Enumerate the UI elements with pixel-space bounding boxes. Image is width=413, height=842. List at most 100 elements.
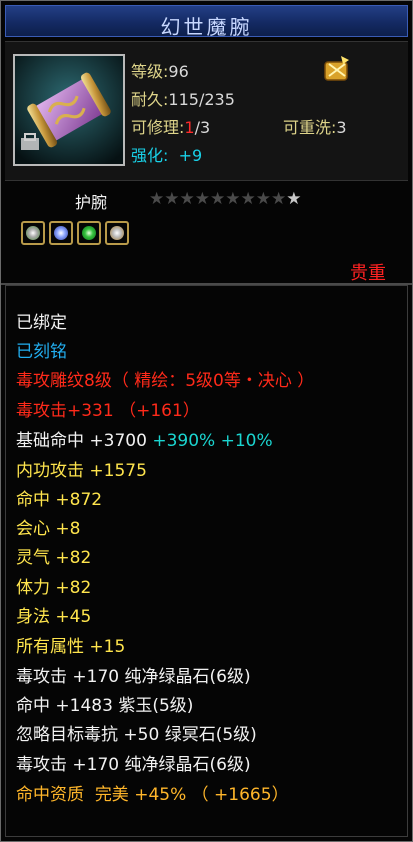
level-row: 等级:96: [131, 62, 189, 81]
gem-line-level: (5级): [152, 696, 194, 716]
aptitude-grade: 完美: [94, 785, 129, 805]
crit-row: 会心 +8: [16, 514, 80, 539]
enhance-label: 强化: [131, 146, 164, 165]
gem-line: 毒攻击 +170 纯净绿晶石(6级): [16, 750, 251, 775]
gem-line-gem: 纯净绿晶石: [124, 755, 210, 775]
blue-gem-icon[interactable]: [49, 221, 73, 245]
star-rating: ★★★★★★★★★★: [149, 189, 302, 209]
gem-line-value: +1483: [55, 696, 113, 716]
aptitude-bonus: （ +1665）: [191, 785, 289, 805]
carve-line: 毒攻雕纹8级（ 精绘：5级0等・决心 ）: [16, 371, 315, 391]
agility-label: 身法: [16, 607, 50, 627]
gem-line-label: 命中: [16, 696, 50, 716]
poison-attack-label: 毒攻击: [16, 401, 67, 421]
all-attributes-value: +15: [89, 637, 126, 657]
gem-line-level: (6级): [209, 755, 251, 775]
star-icon: ★: [210, 189, 226, 209]
rewash-row: 可重洗:3: [283, 118, 347, 137]
stamina-value: +82: [55, 578, 92, 598]
bracer-icon: [13, 54, 125, 166]
repair-total: /3: [194, 118, 211, 137]
gem-line: 毒攻击 +170 纯净绿晶石(6级): [16, 662, 251, 687]
base-hit-pct1: +390%: [152, 431, 216, 451]
repair-used: 1: [184, 118, 195, 137]
aptitude-label: 命中资质: [16, 785, 84, 805]
crit-value: +8: [55, 519, 81, 539]
bound-status: 已绑定: [16, 313, 67, 333]
rewash-value: 3: [336, 118, 347, 137]
gem-line-label: 毒攻击: [16, 667, 67, 687]
slot-row: 护腕 ★★★★★★★★★★ 贵重: [5, 181, 408, 285]
gem-line: 忽略目标毒抗 +50 绿冥石(5级): [16, 720, 257, 745]
spirit-row: 灵气 +82: [16, 543, 91, 568]
star-icon: ★: [255, 189, 271, 209]
base-hit-value: +3700: [89, 431, 147, 451]
internal-attack-row: 内功攻击 +1575: [16, 456, 147, 481]
item-name: 幻世魔腕: [160, 15, 253, 39]
star-icon: ★: [164, 189, 180, 209]
hit-row: 命中 +872: [16, 485, 102, 510]
rewash-label: 可重洗: [283, 118, 332, 137]
yellow-gem-icon[interactable]: [105, 221, 129, 245]
gift-icon: [323, 54, 351, 82]
durability-label: 耐久: [131, 90, 164, 109]
poison-attack-row: 毒攻击+331 （+161）: [16, 396, 200, 421]
gem-sockets: [21, 221, 133, 249]
green-gem-icon[interactable]: [77, 221, 101, 245]
hit-label: 命中: [16, 490, 50, 510]
crit-label: 会心: [16, 519, 50, 539]
durability-value: 115/235: [168, 90, 235, 109]
base-hit-pct2: +10%: [220, 431, 273, 451]
item-tooltip: 幻世魔腕 等级:96 耐久:115/235 可修理:1/3 可重洗:3 强化: …: [0, 0, 413, 842]
white-gem-icon[interactable]: [21, 221, 45, 245]
gem-line-gem: 绿冥石: [164, 725, 216, 745]
durability-row: 耐久:115/235: [131, 90, 235, 109]
aptitude-pct: +45%: [134, 785, 187, 805]
gem-line-gem: 紫玉: [118, 696, 153, 716]
star-icon: ★: [271, 189, 287, 209]
poison-attack-value: +331: [67, 401, 114, 421]
gem-line: 命中 +1483 紫玉(5级): [16, 691, 193, 716]
agility-value: +45: [55, 607, 92, 627]
gem-line-value: +50: [123, 725, 160, 745]
star-icon: ★: [225, 189, 241, 209]
agility-row: 身法 +45: [16, 602, 91, 627]
repair-label: 可修理: [131, 118, 180, 137]
internal-attack-label: 内功攻击: [16, 461, 84, 481]
enhance-value: +9: [178, 146, 203, 165]
attribute-panel: 已绑定 已刻铭 毒攻雕纹8级（ 精绘：5级0等・决心 ） 毒攻击+331 （+1…: [5, 285, 408, 837]
gem-line-label: 忽略目标毒抗: [16, 725, 118, 745]
gem-line-level: (5级): [215, 725, 257, 745]
engraved-status: 已刻铭: [16, 342, 67, 362]
gem-line-level: (6级): [209, 667, 251, 687]
star-icon: ★: [179, 189, 195, 209]
stamina-label: 体力: [16, 578, 50, 598]
all-attributes-label: 所有属性: [16, 637, 84, 657]
spirit-value: +82: [55, 548, 92, 568]
level-label: 等级: [131, 62, 164, 81]
gem-line-label: 毒攻击: [16, 755, 67, 775]
base-hit-row: 基础命中 +3700 +390% +10%: [16, 426, 273, 451]
poison-attack-bonus: （+161）: [119, 401, 200, 421]
repair-row: 可修理:1/3: [131, 118, 211, 137]
enhance-row: 强化: +9: [131, 146, 203, 165]
aptitude-row: 命中资质 完美 +45% （ +1665）: [16, 780, 289, 805]
item-header: 等级:96 耐久:115/235 可修理:1/3 可重洗:3 强化: +9: [5, 41, 408, 181]
level-value: 96: [168, 62, 189, 81]
star-icon: ★: [149, 189, 165, 209]
internal-attack-value: +1575: [89, 461, 147, 481]
gem-line-gem: 纯净绿晶石: [124, 667, 210, 687]
star-icon: ★: [240, 189, 256, 209]
slot-type: 护腕: [75, 193, 108, 212]
star-icon: ★: [194, 189, 210, 209]
title-bar: 幻世魔腕: [5, 5, 408, 39]
gem-line-value: +170: [72, 667, 120, 687]
base-hit-label: 基础命中: [16, 431, 84, 451]
all-attributes-row: 所有属性 +15: [16, 632, 125, 657]
stamina-row: 体力 +82: [16, 573, 91, 598]
gem-line-value: +170: [72, 755, 120, 775]
spirit-label: 灵气: [16, 548, 50, 568]
quality-label: 贵重: [350, 263, 386, 284]
star-icon: ★: [286, 189, 302, 209]
hit-value: +872: [55, 490, 103, 510]
